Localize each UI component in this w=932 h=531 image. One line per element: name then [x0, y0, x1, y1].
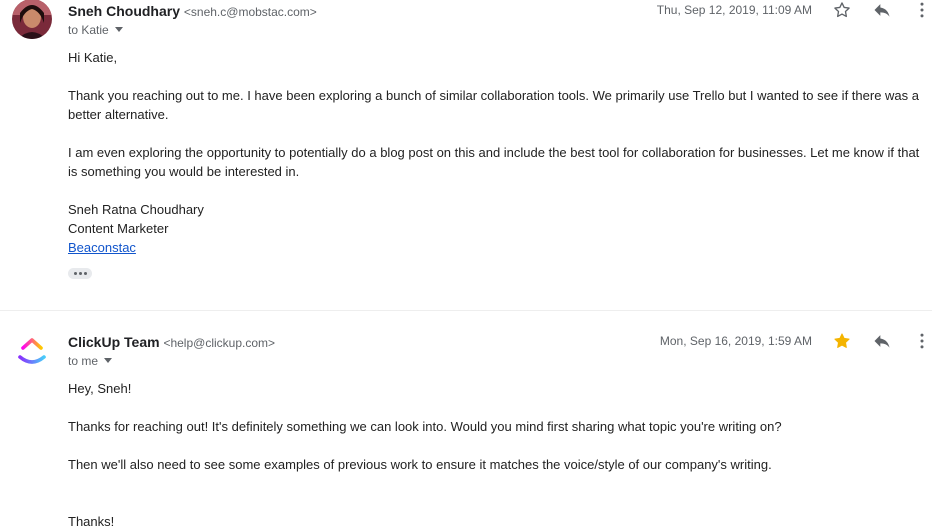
sender-avatar[interactable]: [12, 0, 52, 39]
signature-title: Content Marketer: [68, 221, 169, 236]
more-options-button[interactable]: [910, 329, 932, 353]
ellipsis-dot: [78, 272, 82, 275]
message-body-line: better alternative.: [68, 107, 169, 122]
more-vert-icon: [920, 2, 924, 18]
recipient-label: to Katie: [68, 23, 109, 37]
ellipsis-dot: [83, 272, 87, 275]
message-body-line: Then we'll also need to see some example…: [68, 457, 772, 472]
email-message-2: ClickUp Team <help@clickup.com> to me Mo…: [0, 311, 932, 529]
chevron-down-icon: [114, 27, 123, 32]
clickup-logo: [18, 338, 46, 364]
show-trimmed-content-button[interactable]: [68, 268, 92, 279]
message-date: Mon, Sep 16, 2019, 1:59 AM: [659, 334, 812, 348]
reply-button[interactable]: [870, 329, 894, 353]
reply-button[interactable]: [870, 0, 894, 22]
message-body-line: Thanks!: [68, 514, 115, 529]
sender-line: Sneh Choudhary <sneh.c@mobstac.com>: [68, 3, 317, 19]
more-options-button[interactable]: [910, 0, 932, 22]
sender-email: <help@clickup.com>: [163, 336, 276, 350]
sender-name[interactable]: Sneh Choudhary: [68, 3, 180, 19]
message-body-line: Hi Katie,: [68, 50, 118, 65]
message-body-line: Thank you reaching out to me. I have bee…: [68, 88, 919, 103]
ellipsis-dot: [73, 272, 77, 275]
message-body-line: I am even exploring the opportunity to p…: [68, 145, 920, 160]
star-icon: [834, 2, 850, 18]
signature-name: Sneh Ratna Choudhary: [68, 202, 204, 217]
sender-name[interactable]: ClickUp Team: [68, 334, 160, 350]
star-button[interactable]: [830, 329, 854, 353]
reply-icon: [874, 4, 890, 17]
message-date: Thu, Sep 12, 2019, 11:09 AM: [656, 3, 812, 17]
sender-avatar[interactable]: [12, 331, 52, 371]
more-vert-icon: [920, 333, 924, 349]
star-button[interactable]: [830, 0, 854, 22]
recipient-dropdown[interactable]: to Katie: [68, 23, 123, 37]
signature-link[interactable]: Beaconstac: [68, 238, 136, 257]
reply-icon: [874, 335, 890, 348]
recipient-label: to me: [68, 354, 99, 368]
message-body-line: Thanks for reaching out! It's definitely…: [68, 419, 782, 434]
message-body-line: Hey, Sneh!: [68, 381, 132, 396]
chevron-down-icon: [104, 358, 113, 363]
star-icon: [834, 333, 850, 348]
email-message-1: Sneh Choudhary <sneh.c@mobstac.com> to K…: [0, 0, 932, 310]
message-body-line: is something you would be interested in.: [68, 164, 300, 179]
sender-line: ClickUp Team <help@clickup.com>: [68, 334, 275, 350]
sender-email: <sneh.c@mobstac.com>: [183, 5, 317, 19]
recipient-dropdown[interactable]: to me: [68, 354, 113, 368]
